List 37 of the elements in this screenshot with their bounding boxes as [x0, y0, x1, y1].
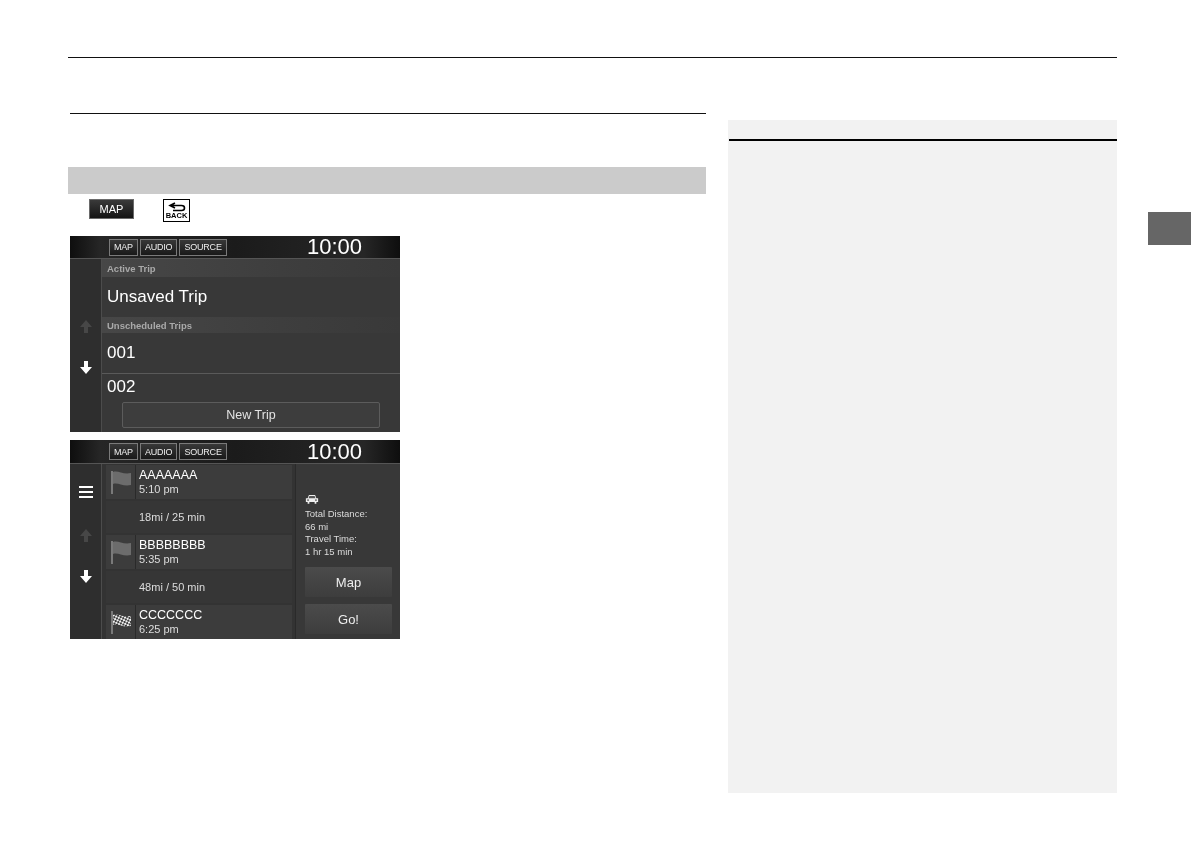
new-trip-button[interactable]: New Trip: [122, 402, 380, 428]
stop-row[interactable]: BBBBBBBB 5:35 pm: [106, 535, 292, 569]
header-button[interactable]: AUDIO: [139, 443, 178, 460]
flag-icon: [110, 470, 131, 494]
screen-button[interactable]: Go!: [305, 604, 392, 634]
clock: 10:00: [306, 440, 362, 463]
stop-name: CCCCCCC: [139, 608, 203, 622]
return-arrow-icon: [167, 202, 186, 212]
stop-name: BBBBBBBB: [139, 538, 206, 552]
header-button[interactable]: MAP: [109, 443, 138, 460]
flag-icon: [110, 540, 131, 564]
arrival-time: 5:10 pm: [139, 483, 180, 496]
header-button[interactable]: AUDIO: [139, 238, 178, 256]
total-distance-label: Total Distance:: [305, 508, 368, 521]
stop-row[interactable]: CCCCCCC 6:25 pm: [106, 605, 292, 639]
travel-time-value: 1 hr 15 min: [305, 545, 353, 558]
arrival-time: 6:25 pm: [139, 623, 180, 636]
header-button[interactable]: MAP: [109, 238, 138, 256]
clock: 10:00: [306, 236, 362, 258]
map-key: MAP: [89, 199, 134, 219]
stop-row[interactable]: AAAAAAA 5:10 pm: [106, 465, 292, 499]
list-item[interactable]: 001: [102, 333, 400, 374]
header-button[interactable]: SOURCE: [179, 443, 227, 460]
total-distance-value: 66 mi: [305, 520, 329, 533]
stop-name: AAAAAAA: [139, 468, 198, 482]
down-arrow-icon[interactable]: [79, 570, 92, 583]
screen-button[interactable]: Map: [305, 567, 392, 597]
down-arrow-icon[interactable]: [79, 361, 92, 374]
arrival-time: 5:35 pm: [139, 553, 180, 566]
car-icon: [305, 494, 319, 504]
checkered-flag-icon: [110, 610, 131, 634]
travel-time-label: Travel Time:: [305, 533, 357, 546]
page-edge-marker: [1148, 212, 1191, 245]
menu-icon[interactable]: [78, 486, 93, 498]
list-item[interactable]: 002: [102, 374, 400, 400]
list-item[interactable]: Unsaved Trip: [102, 277, 400, 317]
header-button[interactable]: SOURCE: [179, 238, 227, 256]
